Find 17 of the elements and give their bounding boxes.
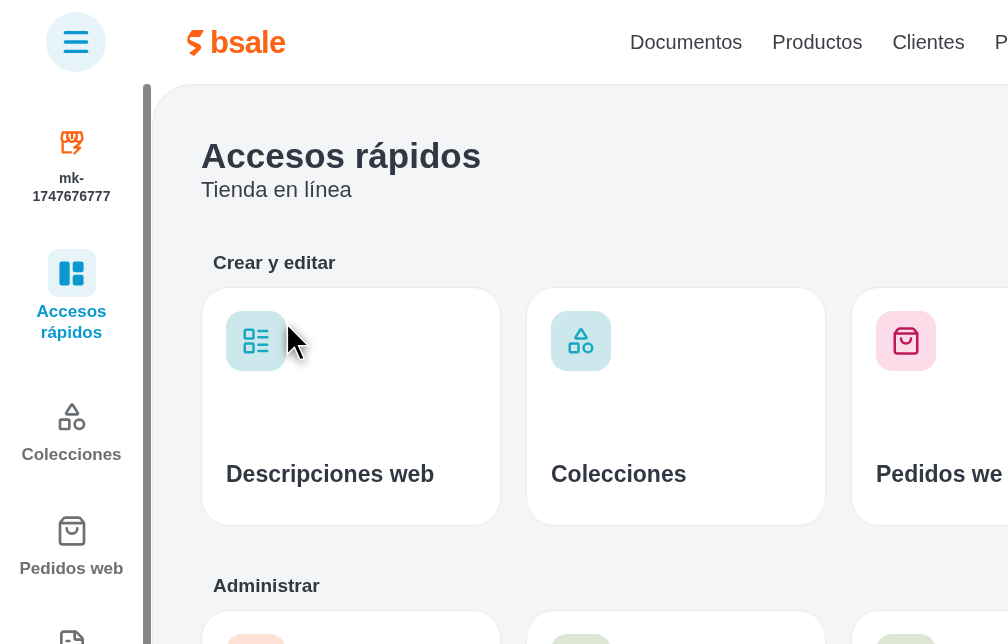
shortcut-card[interactable]: Pedidos we bbox=[851, 287, 1008, 526]
nav-link[interactable]: P bbox=[994, 27, 1008, 57]
shortcut-card[interactable]: Descripciones web bbox=[201, 287, 501, 526]
sidebar-item[interactable]: Pedidos web bbox=[6, 507, 137, 579]
nav-link[interactable]: Productos bbox=[772, 27, 863, 57]
nav-link[interactable]: Documentos bbox=[630, 27, 743, 57]
card-label: Pedidos we bbox=[876, 459, 1004, 489]
card-label: Descripciones web bbox=[226, 459, 436, 489]
page-subtitle: Tienda en línea bbox=[201, 177, 353, 203]
page-title: Accesos rápidos bbox=[201, 135, 483, 177]
sidebar-item[interactable]: Colecciones bbox=[6, 393, 137, 465]
section-title: Administrar bbox=[213, 574, 321, 598]
shortcut-card[interactable]: Colecciones bbox=[526, 287, 826, 526]
section-title: Crear y editar bbox=[213, 251, 337, 275]
account-name: mk-1747676777 bbox=[31, 169, 112, 205]
nav-link[interactable]: Clientes bbox=[892, 27, 965, 57]
card-label: Colecciones bbox=[551, 459, 688, 489]
